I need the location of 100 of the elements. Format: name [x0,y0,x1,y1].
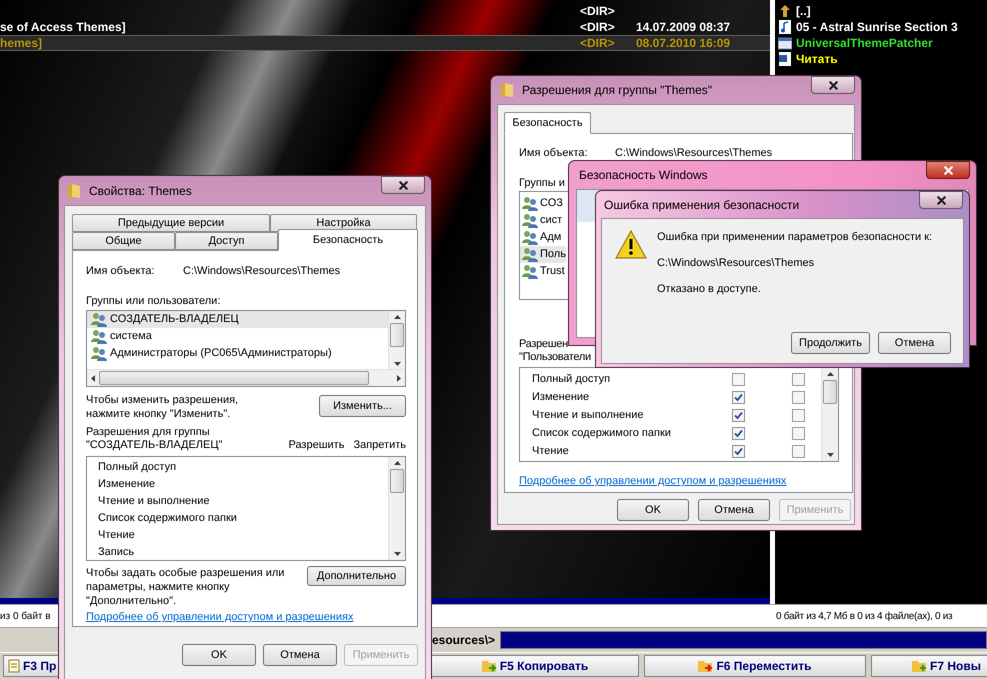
users-icon [522,264,538,279]
file-name: Читать [796,51,838,68]
dialog-button[interactable]: OK [617,499,689,521]
checkbox[interactable] [792,390,805,404]
file-row[interactable]: se of Access Themes] <DIR> 14.07.2009 08:37 [0,19,770,35]
tab[interactable]: Общие [72,232,175,250]
help-link[interactable]: Подробнее об управлении доступом и разрешениях [519,474,786,488]
scrollbar-thumb[interactable] [99,371,369,385]
checkbox[interactable] [732,390,745,404]
function-key-button[interactable]: F7 Новы [871,654,987,676]
checkbox[interactable] [792,372,805,386]
file-name: 05 - Astral Sunrise Section 3 [796,19,958,36]
scrollbar-thumb[interactable] [390,323,404,347]
permission-name: Изменение [532,390,590,405]
checkbox[interactable] [732,408,745,422]
checkbox[interactable] [792,444,805,458]
error-detail: Отказано в доступе. [657,282,761,296]
field-label: Имя объекта: [86,264,156,279]
list-item[interactable]: СОЗ [520,195,566,212]
field-label: Группы или пользователи: [86,294,220,308]
scrollbar-thumb[interactable] [390,469,404,493]
close-button[interactable] [381,176,425,194]
file-row[interactable]: hemes] <DIR> 08.07.2010 16:09 [0,35,770,51]
object-path: C:\Windows\Resources\Themes [615,146,772,161]
permission-name: Список содержимого папки [98,511,238,526]
users-icon [522,213,538,228]
error-path: C:\Windows\Resources\Themes [657,256,814,270]
horizontal-scrollbar[interactable] [87,369,405,386]
command-line-field[interactable] [500,631,987,649]
list-item[interactable]: Trust [520,263,566,280]
command-path: esources\> [432,632,496,649]
list-item[interactable]: система [87,328,388,345]
hint-text: Чтобы задать особые разрешения или параметры, нажмите кнопку "Дополнительно". [86,566,286,608]
permission-name: Список содержимого папки [532,426,672,441]
file-name: [..] [796,3,811,20]
window-icon [778,36,792,50]
file-row[interactable]: [..] [778,3,987,19]
dialog-button[interactable]: Дополнительно [307,566,406,586]
window-title: Разрешения для группы "Themes" [522,82,712,99]
status-text: 0 байт из 4,7 Мб в 0 из 4 файле(ах), 0 из [776,610,954,624]
users-icon [522,230,538,245]
dialog-button[interactable]: OK [182,644,256,666]
list-item[interactable]: Поль [520,246,566,263]
list-item[interactable]: сист [520,212,566,229]
dialog-button[interactable]: Отмена [698,499,770,521]
right-arrow-icon[interactable] [395,374,403,382]
folder-arrow-icon [482,658,498,672]
close-button[interactable] [811,76,855,94]
permission-name: Запись [98,545,136,560]
close-button[interactable] [926,161,970,179]
users-icon [91,312,107,327]
music-note-icon [778,20,792,34]
file-row[interactable]: UniversalThemePatcher [778,35,987,51]
file-row[interactable]: 05 - Astral Sunrise Section 3 [778,19,987,35]
folder-arrow-icon [698,658,714,672]
checkbox[interactable] [792,408,805,422]
left-arrow-icon[interactable] [89,374,97,382]
list-item[interactable]: Администраторы (PC065\Администраторы) [87,345,388,362]
status-text: из 0 байт в [0,610,51,624]
users-icon [522,196,538,211]
document-icon [778,52,792,66]
hint-text: Чтобы изменить разрешения, нажмите кнопку "Изменить". [86,393,240,421]
permission-name: Чтение и выполнение [98,494,210,510]
tab[interactable]: Предыдущие версии [72,214,270,232]
tab[interactable]: Доступ [175,232,278,250]
dialog-button[interactable]: Продолжить [791,332,870,354]
function-key-button[interactable]: F6 Переместить [644,654,866,676]
close-icon [396,178,410,192]
list-item[interactable]: СОЗДАТЕЛЬ-ВЛАДЕЛЕЦ [87,311,388,328]
checkbox[interactable] [732,426,745,440]
permissions-heading: Разрешен [519,338,568,351]
scrollbar[interactable] [388,311,405,370]
close-icon [942,164,954,176]
list-item[interactable]: Адм [520,229,566,246]
help-link[interactable]: Подробнее об управлении доступом и разрешениях [86,610,354,624]
checkbox[interactable] [732,444,745,458]
scrollbar[interactable] [821,368,838,461]
tab[interactable]: Безопасность [278,229,418,251]
warning-icon [615,230,647,260]
permission-name: Чтение и выполнение [532,408,644,423]
permission-name: Чтение [532,444,570,459]
checkbox[interactable] [732,372,745,386]
dialog-button[interactable]: Отмена [878,332,951,354]
file-row[interactable]: <DIR> [0,3,770,19]
file-row[interactable]: Читать [778,51,987,67]
window-title: Ошибка применения безопасности [604,196,800,214]
scrollbar-thumb[interactable] [823,380,837,404]
function-key-button[interactable]: F5 Копировать [431,654,639,676]
window-title: Безопасность Windows [579,167,708,184]
dialog-button[interactable]: Изменить... [319,395,406,417]
dialog-button[interactable]: Отмена [263,644,337,666]
close-icon [826,78,840,92]
scrollbar[interactable] [388,457,405,560]
tab[interactable]: Безопасность [504,112,591,134]
permission-name: Чтение [98,528,136,544]
close-button[interactable] [919,191,963,209]
object-path: C:\Windows\Resources\Themes [183,264,340,279]
checkbox[interactable] [792,426,805,440]
permission-name: Полный доступ [98,460,178,476]
column-header: Запретить [353,439,406,452]
